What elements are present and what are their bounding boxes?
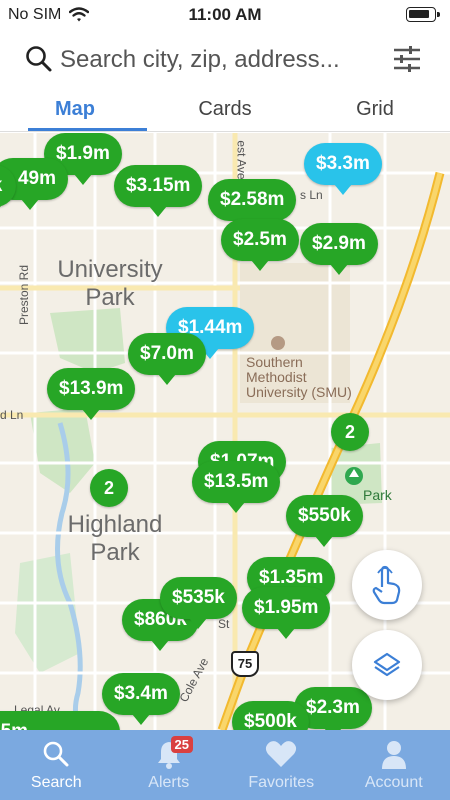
search-icon (26, 46, 52, 72)
street-label-ln-left: d Ln (0, 408, 24, 422)
map-pin[interactable]: $550k (286, 495, 363, 547)
tab-bar: Search 25 Alerts Favorites Account (0, 730, 450, 800)
area-label-line: Park (85, 284, 135, 311)
battery-icon (406, 7, 440, 22)
draw-search-button[interactable] (352, 550, 422, 620)
tab-grid[interactable]: Grid (300, 88, 450, 131)
map-pin[interactable]: $1.95m (242, 587, 331, 639)
area-label-line: University (SMU) (246, 384, 352, 400)
map-pin[interactable]: $3.15m (114, 165, 203, 217)
nav-label: Search (30, 774, 82, 791)
street-label-ln-top: s Ln (300, 188, 323, 202)
street-label-preston: Preston Rd (17, 264, 32, 326)
map-pin[interactable]: $13.9m (47, 368, 136, 420)
map-cluster[interactable]: 2 (331, 413, 369, 451)
layers-icon (373, 652, 401, 677)
tab-cards[interactable]: Cards (150, 88, 300, 131)
area-label-line: Southern (246, 354, 303, 370)
battery-level (409, 10, 429, 18)
street-label-hillcrest: est Ave (234, 140, 249, 180)
map-pin[interactable]: $7.0m (128, 333, 206, 385)
map-pin[interactable]: $2.5m (221, 219, 299, 271)
filter-sliders-icon[interactable] (390, 42, 424, 76)
highway-shield-number: 75 (237, 656, 253, 671)
nav-favorites[interactable]: Favorites (225, 730, 338, 800)
map-pin[interactable]: $3.4m (102, 673, 180, 725)
map-cluster[interactable]: 2 (90, 469, 128, 507)
search-icon (43, 741, 69, 767)
nav-alerts[interactable]: 25 Alerts (113, 730, 226, 800)
map-pin[interactable]: $500k (232, 701, 309, 730)
status-bar: No SIM 11:00 AM (0, 0, 450, 30)
area-label-university-park: University Park (42, 256, 178, 312)
area-label-line: Park (90, 539, 140, 566)
area-label-park: Park (363, 487, 392, 503)
area-label-line: Highland (67, 511, 163, 538)
tab-map[interactable]: Map (0, 88, 150, 131)
person-icon (381, 741, 406, 769)
search-bar (0, 30, 450, 88)
status-time: 11:00 AM (188, 5, 262, 24)
map-pin[interactable]: $3.3m (304, 143, 382, 195)
map-pin[interactable]: 65m (0, 711, 120, 730)
nav-label: Account (364, 774, 423, 791)
nav-account[interactable]: Account (338, 730, 450, 800)
map-pin[interactable]: $13.5m (192, 461, 281, 513)
area-label-line: Methodist (246, 369, 307, 385)
heart-icon (266, 741, 297, 767)
street-label-st: St (218, 617, 230, 631)
map-pin[interactable]: $2.9m (300, 223, 378, 275)
view-tabs: Map Cards Grid (0, 88, 450, 132)
map-pin[interactable]: $535k (160, 577, 237, 629)
alerts-badge: 25 (170, 736, 193, 753)
area-label-highland-park: Highland Park (56, 511, 174, 567)
area-label-smu: Southern Methodist University (SMU) (246, 355, 352, 400)
map-view[interactable]: University Park Highland Park Southern M… (0, 133, 450, 730)
nav-search[interactable]: Search (0, 730, 113, 800)
map-pin[interactable]: $2.58m (208, 179, 297, 231)
search-input[interactable] (60, 44, 380, 76)
highway-75-shield: 75 (231, 651, 259, 677)
area-label-line: University (57, 256, 163, 283)
hand-pointer-icon (372, 565, 401, 605)
nav-label: Favorites (248, 774, 315, 791)
nav-label: Alerts (148, 774, 190, 791)
map-layers-button[interactable] (352, 630, 422, 700)
